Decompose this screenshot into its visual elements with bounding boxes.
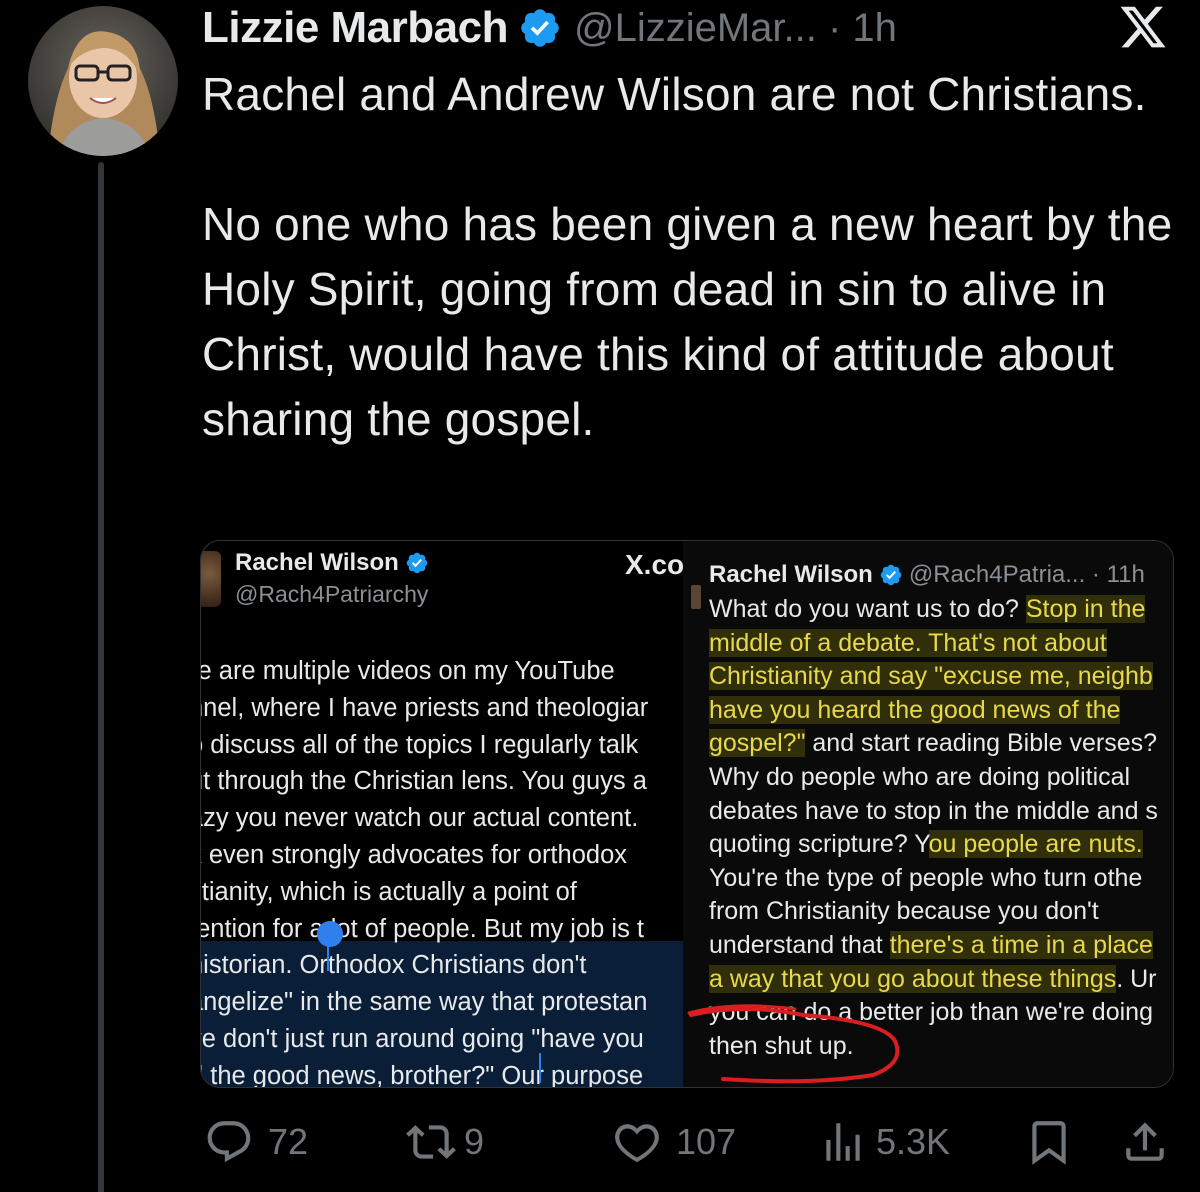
tweet-header: Lizzie Marbach @LizzieMar... · 1h bbox=[202, 2, 897, 54]
right-screenshot-line: debates have to stop in the middle and s bbox=[709, 795, 1173, 829]
repost-icon bbox=[406, 1125, 456, 1159]
left-screenshot-body: re are multiple videos on my YouTube nne… bbox=[201, 653, 683, 1088]
left-screenshot-line: historian. Orthodox Christians don't bbox=[201, 951, 587, 980]
line-text: understand that bbox=[709, 930, 890, 959]
right-screenshot-line: understand that there's a time in a plac… bbox=[709, 929, 1173, 963]
thread-line bbox=[98, 162, 104, 1192]
line-text: from Christianity because you don't bbox=[709, 897, 1099, 926]
highlighted-text: there's a time in a place bbox=[889, 930, 1153, 959]
right-screenshot-line: have you heard the good news of the bbox=[709, 694, 1173, 728]
right-screenshot-line: What do you want us to do? Stop in the bbox=[709, 593, 1173, 627]
left-screenshot-line: k even strongly advocates for orthodox bbox=[201, 840, 627, 869]
avatar-photo bbox=[28, 6, 178, 156]
bookmark-button[interactable] bbox=[1024, 1112, 1074, 1172]
highlighted-text: middle of a debate. That's not about bbox=[709, 628, 1107, 657]
x-logo-icon[interactable] bbox=[1118, 2, 1168, 52]
left-screenshot-line: stianity, which is actually a point of bbox=[201, 877, 577, 906]
line-text: quoting scripture? Y bbox=[709, 830, 929, 859]
author-name[interactable]: Lizzie Marbach bbox=[202, 3, 508, 53]
right-screenshot-line: quoting scripture? You people are nuts. bbox=[709, 828, 1173, 862]
left-screenshot-line: tention for a lot of people. But my job … bbox=[201, 914, 645, 943]
line-text: You're the type of people who turn othe bbox=[709, 863, 1143, 892]
author-handle-time[interactable]: @LizzieMar... · 1h bbox=[574, 6, 897, 51]
highlighted-text: have you heard the good news of the bbox=[709, 695, 1121, 724]
right-screenshot-meta: @Rach4Patria... · 11h bbox=[908, 561, 1145, 588]
left-screenshot-line: d the good news, brother?" Our purpose bbox=[201, 1061, 644, 1088]
like-button[interactable]: 107 bbox=[612, 1112, 736, 1172]
left-screenshot-line: o discuss all of the topics I regularly … bbox=[201, 730, 639, 759]
views-icon bbox=[826, 1123, 860, 1161]
highlighted-text: a way that you go about these things bbox=[709, 964, 1117, 993]
left-screenshot-name-row: Rachel Wilson bbox=[235, 549, 429, 577]
reply-button[interactable]: 72 bbox=[204, 1112, 308, 1172]
line-text: What do you want us to do? bbox=[709, 595, 1026, 623]
selection-handle bbox=[317, 921, 343, 947]
verified-badge-icon bbox=[521, 9, 559, 47]
left-screenshot-line: ve don't just run around going "have you bbox=[201, 1024, 644, 1053]
left-screenshot-line: ut through the Christian lens. You guys … bbox=[201, 767, 647, 796]
line-text: Why do people who are doing political bbox=[709, 762, 1131, 791]
left-screenshot-name: Rachel Wilson bbox=[235, 549, 399, 576]
tweet-paragraph-1: Rachel and Andrew Wilson are not Christi… bbox=[202, 68, 1147, 120]
right-screenshot-line: You're the type of people who turn othe bbox=[709, 862, 1173, 896]
right-screenshot-line: a way that you go about these things. Ur bbox=[709, 963, 1173, 997]
left-screenshot-line: angelize" in the same way that protestan bbox=[201, 988, 648, 1017]
selection-caret-start bbox=[327, 941, 329, 971]
right-screenshot-line: from Christianity because you don't bbox=[709, 895, 1173, 929]
left-screenshot: Rachel Wilson @Rach4Patriarchy X.co re a… bbox=[201, 541, 683, 1088]
selection-caret-end bbox=[539, 1053, 541, 1083]
left-screenshot-line: re are multiple videos on my YouTube bbox=[201, 657, 615, 685]
author-avatar[interactable] bbox=[28, 6, 178, 156]
views-count: 5.3K bbox=[876, 1121, 951, 1162]
left-screenshot-handle: @Rach4Patriarchy bbox=[235, 581, 429, 607]
line-text: . Ur bbox=[1116, 964, 1157, 993]
tweet-action-bar: 72 9 107 5.3K bbox=[200, 1112, 1180, 1172]
right-screenshot-line: Why do people who are doing political bbox=[709, 761, 1173, 795]
highlighted-text: gospel?" bbox=[709, 729, 806, 758]
left-screenshot-avatar bbox=[201, 551, 221, 607]
repost-count: 9 bbox=[464, 1121, 485, 1162]
verified-badge-icon bbox=[406, 552, 428, 574]
left-screenshot-x-label: X.co bbox=[625, 549, 683, 580]
tweet-text: Rachel and Andrew Wilson are not Christi… bbox=[202, 62, 1182, 452]
right-screenshot-name: Rachel Wilson bbox=[709, 561, 873, 588]
reply-icon bbox=[207, 1121, 251, 1163]
like-count: 107 bbox=[676, 1121, 737, 1162]
red-annotation-mark bbox=[687, 1004, 900, 1084]
left-screenshot-line: azy you never watch our actual content. bbox=[201, 804, 639, 833]
tweet-paragraph-2: No one who has been given a new heart by… bbox=[202, 198, 1173, 445]
line-text: and start reading Bible verses? bbox=[805, 729, 1158, 758]
heart-icon bbox=[615, 1124, 659, 1163]
right-screenshot-avatar bbox=[691, 585, 701, 609]
repost-button[interactable]: 9 bbox=[406, 1112, 484, 1172]
left-screenshot-line: nnel, where I have priests and theologia… bbox=[201, 693, 649, 722]
verified-badge-icon bbox=[880, 564, 902, 586]
line-text: debates have to stop in the middle and s bbox=[709, 796, 1158, 825]
right-screenshot-header: Rachel Wilson @Rach4Patria... · 11h bbox=[709, 561, 1145, 589]
views-button[interactable]: 5.3K bbox=[818, 1112, 950, 1172]
right-screenshot-line: middle of a debate. That's not about bbox=[709, 627, 1173, 661]
share-icon bbox=[1126, 1122, 1164, 1161]
highlighted-text: Stop in the bbox=[1025, 595, 1146, 623]
highlighted-text: Christianity and say "excuse me, neighb bbox=[709, 662, 1153, 691]
right-screenshot-body: What do you want us to do? Stop in the mi… bbox=[709, 593, 1173, 1063]
bookmark-icon bbox=[1032, 1121, 1066, 1165]
right-screenshot: Rachel Wilson @Rach4Patria... · 11h What… bbox=[683, 541, 1173, 1087]
right-screenshot-line: gospel?" and start reading Bible verses? bbox=[709, 727, 1173, 761]
highlighted-text: ou people are nuts. bbox=[928, 830, 1143, 859]
share-button[interactable] bbox=[1120, 1112, 1170, 1172]
reply-count: 72 bbox=[268, 1121, 309, 1162]
right-screenshot-line: Christianity and say "excuse me, neighb bbox=[709, 660, 1173, 694]
tweet-media[interactable]: Rachel Wilson @Rach4Patriarchy X.co re a… bbox=[200, 540, 1174, 1088]
